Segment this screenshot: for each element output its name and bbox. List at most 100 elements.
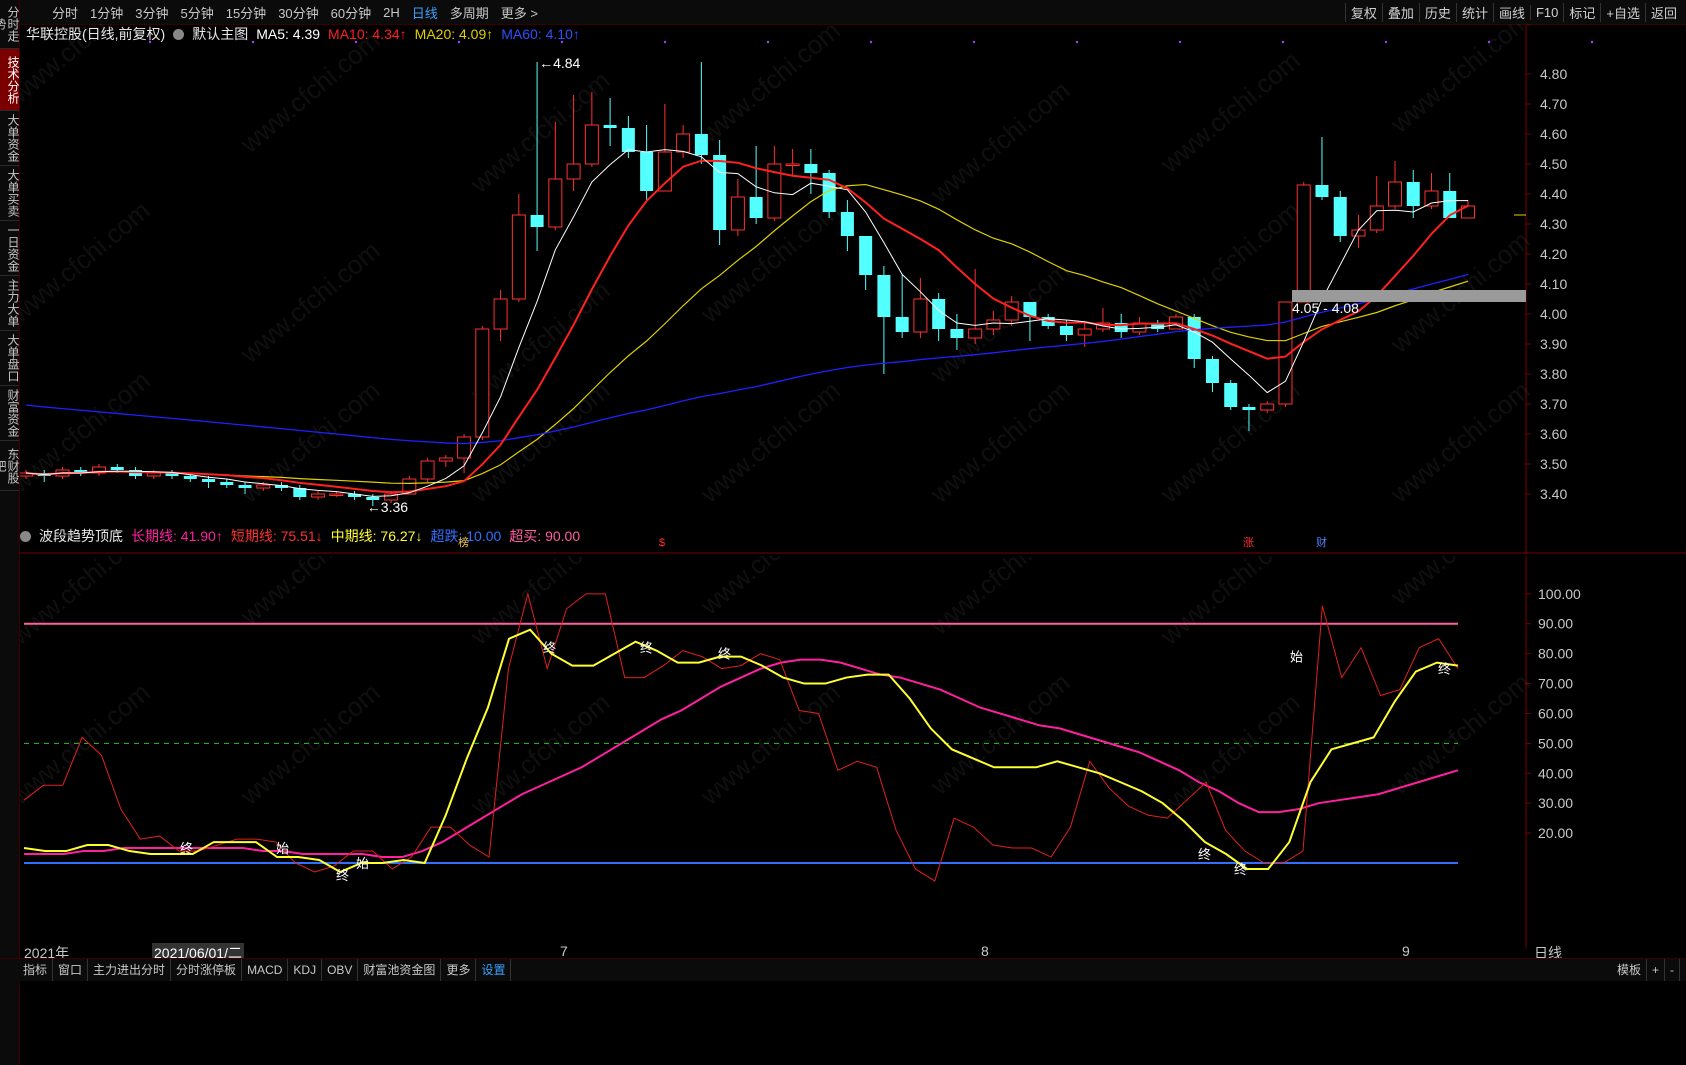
template-button[interactable]: 模板 [1612,959,1647,981]
indicator-tab[interactable]: 指标 [18,959,54,981]
toolbar-button[interactable]: 标记 [1563,2,1600,22]
candle-body-down [640,152,654,191]
left-tab[interactable]: 技术分析 [0,49,20,111]
period-tab[interactable]: 30分钟 [272,3,324,22]
indicator-tab[interactable]: OBV [322,959,359,981]
period-tab[interactable]: 日线 [406,3,444,22]
left-tab[interactable]: 财富资金 [0,386,20,441]
watermark-text: www.cfchi.com [924,75,1076,209]
event-marker: 财 [1316,535,1327,549]
left-tab[interactable]: 东财股吧 [0,441,20,491]
watermark-text: www.cfchi.com [924,667,1076,801]
overbought-value: 超买: 90.00 [509,528,581,544]
period-tab[interactable]: 更多 > [495,3,544,22]
candle-body-down [859,236,873,275]
watermark-text: www.cfchi.com [694,556,846,621]
signal-dot [148,40,152,44]
period-tab[interactable]: 多周期 [444,3,495,22]
short-line-value: 短期线: 75.51↓ [230,528,323,544]
watermark-text: www.cfchi.com [20,677,156,811]
signal-dot [869,40,873,44]
left-tab[interactable]: 主力大单 [0,276,20,331]
left-tab[interactable]: 一日资金 [0,221,20,276]
oscillator-canvas[interactable]: 20.00 30.00 40.00 50.00 60.00 70.00 80.00 90.00… [20,556,1686,948]
candle-body-down [603,125,617,128]
candle-body-up [548,178,563,228]
period-tab[interactable]: 1分钟 [84,3,129,22]
toolbar-button[interactable]: 画线 [1492,2,1530,22]
watermark-text: www.cfchi.com [20,365,156,499]
low-price-label: ←3.36 [367,499,408,515]
y-tick-label: 70.00 [1538,676,1573,692]
period-tab[interactable]: 3分钟 [129,3,174,22]
signal-dot [251,40,255,44]
signal-label: 始 [276,841,289,856]
candle-body-up [420,460,435,480]
toolbar-button[interactable]: F10 [1529,4,1563,20]
kline-canvas[interactable]: www.cfchi.com www.cfchi.com www.cfchi.com w… [20,24,1686,554]
candle-body-up [584,124,599,165]
toolbar-button[interactable]: 返回 [1644,2,1682,22]
indicator-tab[interactable]: 主力进出分时 [88,959,172,981]
candle-body-up [1296,184,1311,303]
candle-body-up [968,328,983,339]
period-tab[interactable]: 5分钟 [174,3,219,22]
signal-label: 终 [718,647,731,662]
period-tab[interactable]: 15分钟 [220,3,272,22]
oscillator-chart[interactable]: 波段趋势顶底 长期线: 41.90↑ 短期线: 75.51↓ 中期线: 76.2… [20,528,1686,948]
y-tick-label: 4.50 [1540,156,1567,172]
signal-dot [1487,40,1491,44]
y-tick-label: 20.00 [1538,825,1573,841]
left-tab[interactable]: 大单资金 [0,111,20,166]
y-tick-label: 4.70 [1540,96,1567,112]
left-tab[interactable]: 大单盘口 [0,331,20,386]
candle-body-down [1406,182,1420,206]
high-price-label: ←4.84 [539,55,580,71]
period-tab[interactable]: 60分钟 [325,3,377,22]
osc-title[interactable]: 波段趋势顶底 [39,526,123,546]
period-tab[interactable]: 2H [377,5,406,20]
y-tick-label: 3.70 [1540,396,1567,412]
left-tab[interactable]: 大单买卖 [0,166,20,221]
signal-label: 始 [1290,650,1303,665]
period-tab[interactable]: 分时 [46,3,84,22]
y-tick-label: 40.00 [1538,765,1573,781]
watermark-text: www.cfchi.com [20,24,156,109]
y-tick-label: 30.00 [1538,795,1573,811]
candle-body-down [895,317,909,332]
zoom-in-button[interactable]: + [1647,959,1665,981]
main-kline-chart[interactable]: 华联控股(日线,前复权) 默认主图 MA5: 4.39 MA10: 4.34↑ … [20,24,1686,554]
watermark-text: www.cfchi.com [694,24,846,149]
signal-label: 始 [356,856,369,871]
zoom-out-button[interactable]: - [1665,959,1680,981]
toolbar-button[interactable]: +自选 [1600,2,1645,22]
toolbar-button[interactable]: 叠加 [1381,2,1419,22]
y-tick-label: 90.00 [1538,616,1573,632]
y-tick-label: 80.00 [1538,646,1573,662]
watermark-text: www.cfchi.com [234,677,386,811]
indicator-tab[interactable]: MACD [242,959,289,981]
mid-line-value: 中期线: 76.27↓ [330,528,423,544]
long-line-value: 长期线: 41.90↑ [131,528,223,544]
bottom-right-controls: 模板 + - [1612,959,1680,981]
indicator-tab[interactable]: KDJ [288,959,323,981]
indicator-tab[interactable]: 分时涨停板 [171,959,243,981]
toolbar-button[interactable]: 复权 [1344,2,1382,22]
indicator-tab[interactable]: 更多 [441,959,477,981]
y-tick-label: 3.60 [1540,426,1567,442]
signal-dot [1178,40,1182,44]
candle-body-up [986,319,1001,330]
range-box-label: 4.05 - 4.08 [1292,300,1359,316]
candle-body-up [311,493,326,498]
candle-body-down [840,212,854,236]
candle-body-down [1333,197,1347,236]
candle-body-up [493,298,508,330]
indicator-tab[interactable]: 设置 [476,959,512,981]
candle-body-up [256,484,271,489]
toolbar-button[interactable]: 历史 [1418,2,1456,22]
indicator-tab[interactable]: 财富池资金图 [358,959,442,981]
indicator-tab[interactable]: 窗口 [53,959,89,981]
gear-icon[interactable] [20,530,31,542]
toolbar-button[interactable]: 统计 [1455,2,1493,22]
left-tab[interactable]: 分时走势 [0,0,20,49]
